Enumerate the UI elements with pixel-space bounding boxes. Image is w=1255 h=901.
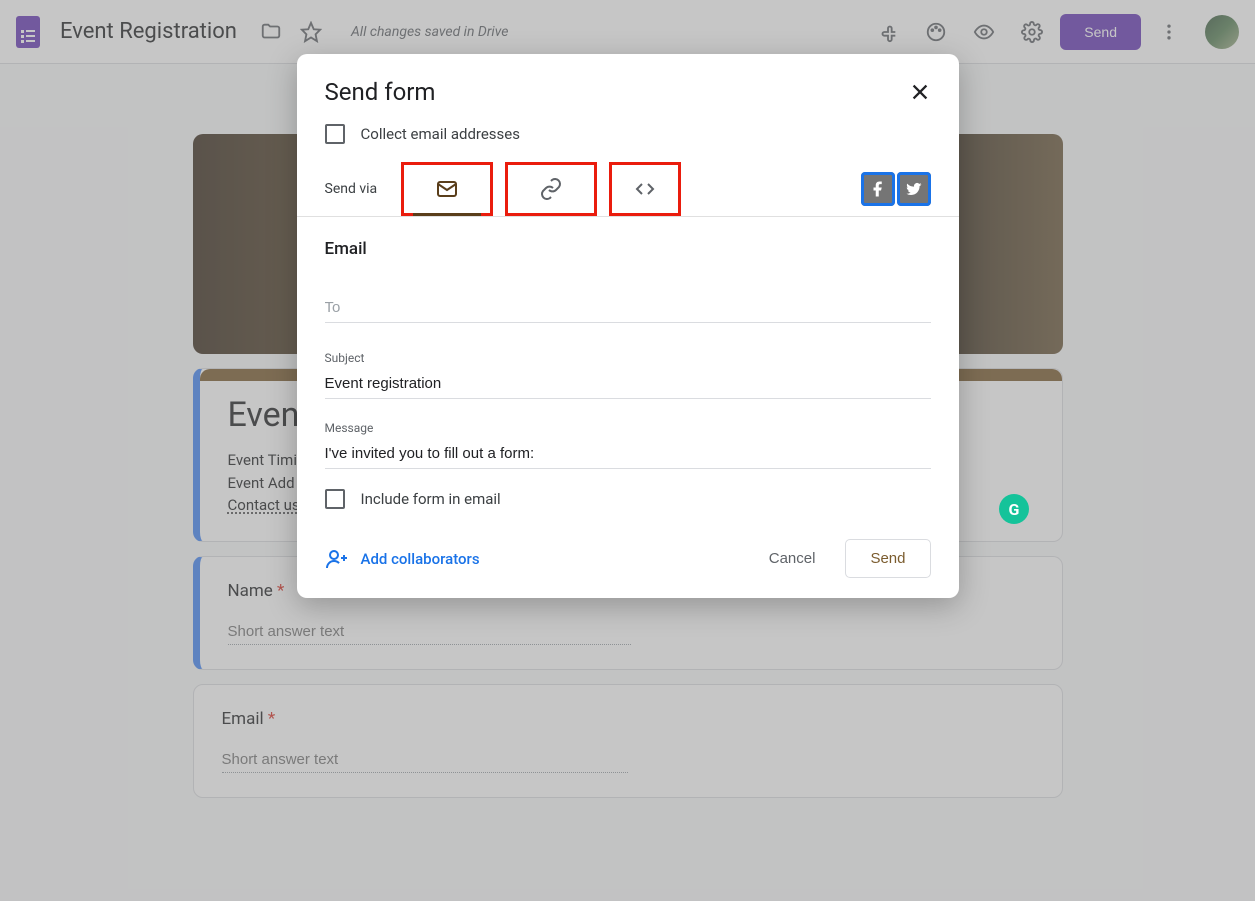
facebook-share-icon[interactable] (861, 172, 895, 206)
send-via-link-tab[interactable] (505, 162, 597, 216)
subject-input[interactable] (325, 369, 931, 399)
include-form-checkbox[interactable] (325, 489, 345, 509)
send-via-tabs: Send via (297, 162, 959, 217)
twitter-share-icon[interactable] (897, 172, 931, 206)
message-field-group: Message (297, 399, 959, 469)
subject-field-group: Subject (297, 323, 959, 399)
send-via-email-tab[interactable] (401, 162, 493, 216)
collect-emails-label: Collect email addresses (361, 125, 521, 143)
dialog-title: Send form (325, 78, 436, 106)
send-form-dialog: Send form Collect email addresses Send v… (297, 54, 959, 598)
message-input[interactable] (325, 439, 931, 469)
send-dialog-button[interactable]: Send (845, 539, 930, 578)
include-form-row[interactable]: Include form in email (297, 469, 959, 515)
subject-label: Subject (325, 351, 931, 365)
message-label: Message (325, 421, 931, 435)
include-form-label: Include form in email (361, 490, 501, 508)
cancel-button[interactable]: Cancel (751, 540, 834, 577)
email-section-title: Email (297, 217, 959, 259)
modal-overlay: Send form Collect email addresses Send v… (0, 0, 1255, 901)
send-via-embed-tab[interactable] (609, 162, 681, 216)
grammarly-icon[interactable]: G (999, 494, 1029, 524)
collect-emails-checkbox[interactable] (325, 124, 345, 144)
add-collaborators-button[interactable]: Add collaborators (325, 547, 480, 571)
send-via-label: Send via (325, 181, 378, 197)
collect-emails-row[interactable]: Collect email addresses (297, 114, 959, 162)
to-field-group (297, 259, 959, 323)
close-icon[interactable] (909, 81, 931, 103)
to-input[interactable] (325, 293, 931, 323)
add-collaborators-label: Add collaborators (361, 550, 480, 568)
